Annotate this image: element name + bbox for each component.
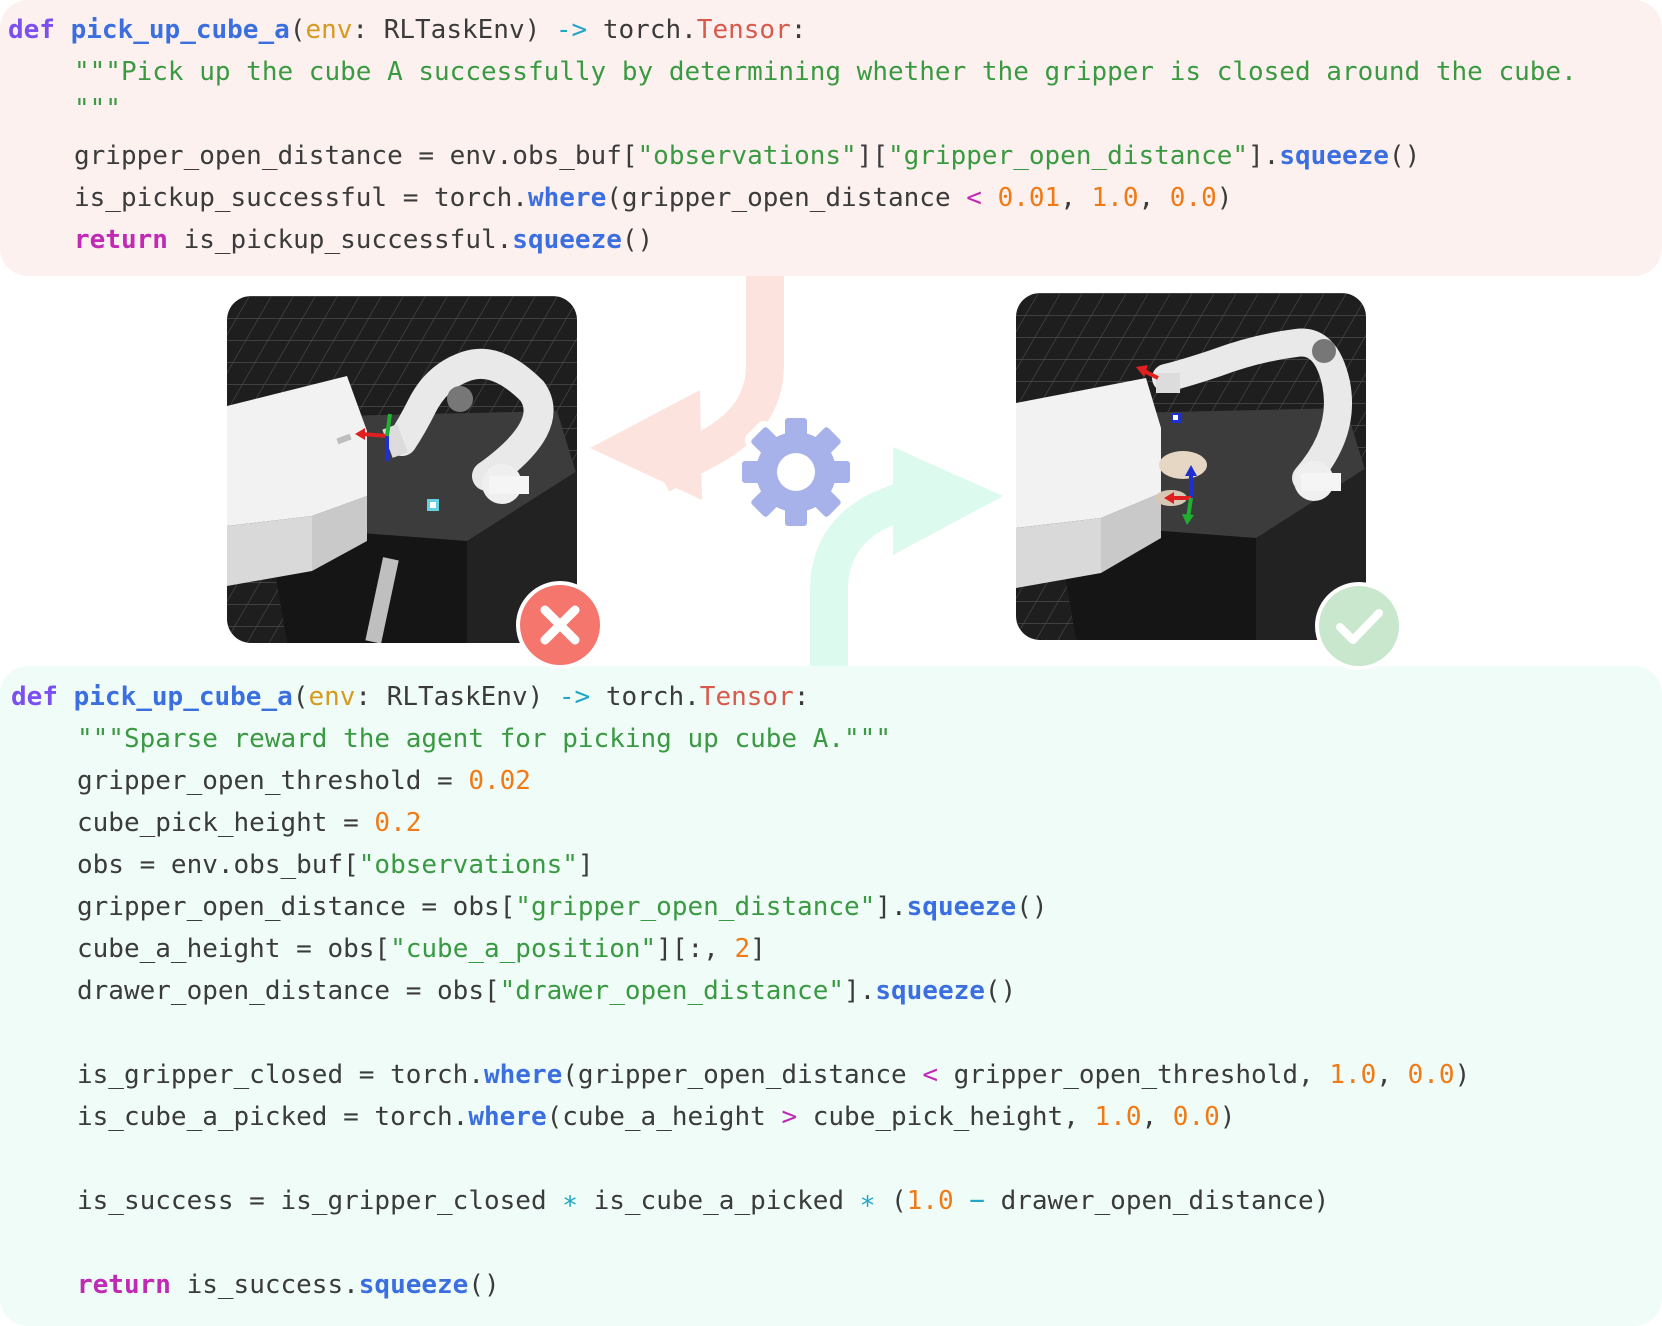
successful-pickup-scene-image — [1016, 293, 1366, 640]
check-icon — [1336, 609, 1383, 644]
success-badge — [1315, 582, 1403, 670]
cross-icon — [540, 605, 580, 645]
failure-badge — [516, 581, 604, 669]
robot-scene-illustration — [1016, 293, 1366, 640]
gear-icon — [735, 411, 857, 533]
flow-overlay — [590, 276, 1003, 666]
